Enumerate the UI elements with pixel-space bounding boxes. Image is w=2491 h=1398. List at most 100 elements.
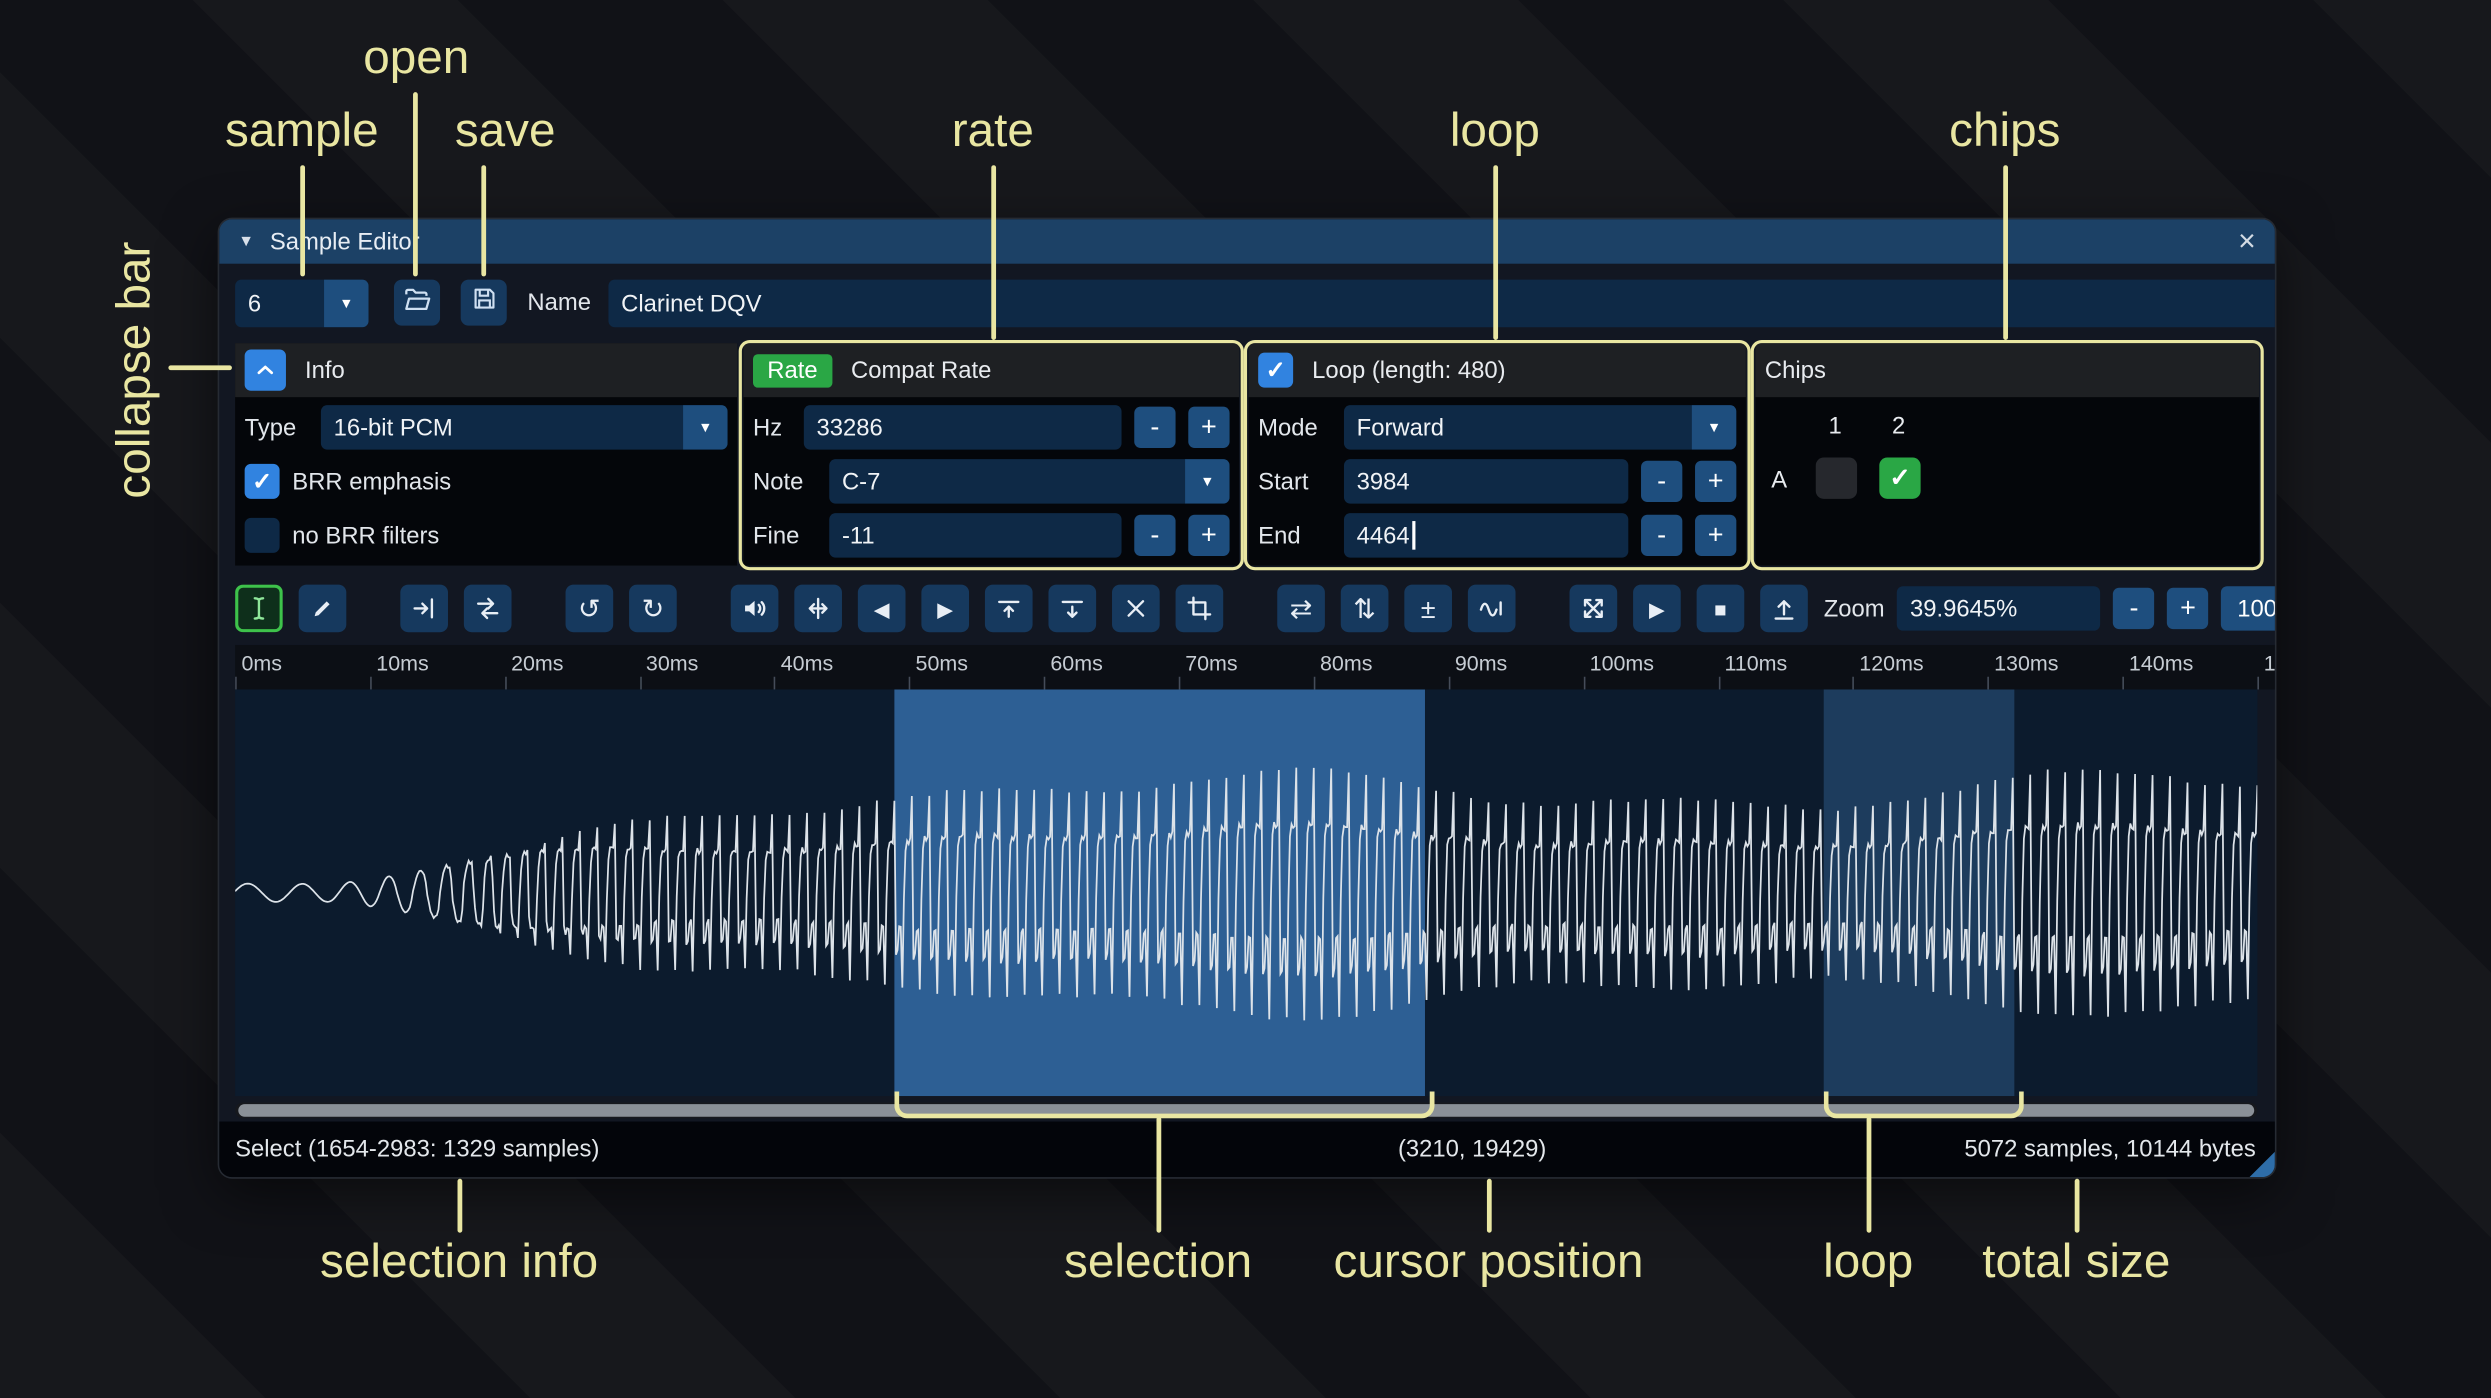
ruler-label: 60ms xyxy=(1050,651,1103,676)
loop-end-increment-button[interactable]: + xyxy=(1695,514,1737,557)
rate-section: Rate Compat Rate Hz 33286 - + Note C-7 ▼… xyxy=(743,343,1240,566)
chip-column-2: 2 xyxy=(1892,413,1906,441)
ruler-tick xyxy=(2257,676,2259,690)
trim-button[interactable] xyxy=(1175,584,1224,633)
reverse-button[interactable]: ⇄ xyxy=(1277,584,1325,633)
insert-silence-button[interactable] xyxy=(984,584,1033,633)
undo-button[interactable]: ↺ xyxy=(565,584,614,633)
dropdown-arrow-icon[interactable]: ▼ xyxy=(1691,405,1737,450)
ruler-label: 140ms xyxy=(2128,651,2194,676)
loop-start-input[interactable]: 3984 xyxy=(1343,459,1629,504)
annotation-selection: selection xyxy=(1064,1235,1253,1289)
redo-icon: ↻ xyxy=(641,593,665,624)
ruler-label: 130ms xyxy=(1994,651,2059,676)
zoom-input[interactable]: 39.9645% xyxy=(1897,586,2101,631)
upload-button[interactable] xyxy=(1760,584,1808,633)
fade-in-button[interactable]: ◀ xyxy=(857,584,906,633)
ruler-label: 0ms xyxy=(241,651,283,676)
rate-tag[interactable]: Rate xyxy=(752,353,832,387)
ruler-tick xyxy=(1852,676,1855,690)
redo-button[interactable]: ↻ xyxy=(629,584,677,633)
reverse-icon: ⇄ xyxy=(1289,593,1313,624)
preview-button[interactable]: ▶ xyxy=(1633,584,1681,633)
dropdown-arrow-icon[interactable]: ▼ xyxy=(324,279,369,328)
info-section: Info Type 16-bit PCM ▼ ✓ BRR emphasis no… xyxy=(235,343,738,566)
ruler-tick xyxy=(774,676,776,690)
ruler-tick xyxy=(1044,676,1046,690)
time-ruler[interactable]: 0ms 10ms 20ms 30ms 40ms 50ms 60ms 70ms 80ms 90ms 1… xyxy=(235,644,2275,690)
annotation-sample: sample xyxy=(225,104,379,158)
zoom-in-button[interactable]: + xyxy=(2167,587,2209,630)
loop-start-decrement-button[interactable]: - xyxy=(1641,460,1683,502)
save-button[interactable] xyxy=(460,279,507,326)
plus-minus-icon: ± xyxy=(1420,593,1436,624)
ruler-tick xyxy=(235,676,237,690)
silence-insert-icon xyxy=(994,594,1023,623)
zoom-out-button[interactable]: - xyxy=(2113,587,2155,630)
window-resize-grip[interactable] xyxy=(2249,1151,2275,1178)
type-selector[interactable]: 16-bit PCM ▼ xyxy=(320,405,728,450)
fine-increment-button[interactable]: + xyxy=(1188,514,1230,557)
hz-input[interactable]: 33286 xyxy=(803,405,1122,450)
dropdown-arrow-icon[interactable]: ▼ xyxy=(1185,459,1230,504)
no-brr-filters-label: no BRR filters xyxy=(292,521,440,549)
status-bar: Select (1654-2983: 1329 samples) (3210, … xyxy=(219,1121,2275,1178)
type-label: Type xyxy=(244,413,297,441)
window-titlebar[interactable]: ▼ Sample Editor × xyxy=(219,219,2275,264)
annotation-total-size: total size xyxy=(1982,1235,2171,1289)
chip-a1-checkbox[interactable] xyxy=(1815,457,1858,499)
loop-start-increment-button[interactable]: + xyxy=(1695,460,1737,502)
normalize-button[interactable] xyxy=(794,584,842,633)
annotation-loop-top: loop xyxy=(1449,104,1540,158)
fine-decrement-button[interactable]: - xyxy=(1134,514,1176,557)
apply-silence-button[interactable] xyxy=(1048,584,1097,633)
ruler-tick xyxy=(1313,676,1316,690)
crossed-arrows-icon xyxy=(1579,594,1608,623)
ruler-tick xyxy=(1987,676,1990,690)
hz-decrement-button[interactable]: - xyxy=(1134,406,1176,448)
loop-end-input[interactable]: 4464 xyxy=(1343,513,1629,558)
mode-label: Mode xyxy=(1258,413,1318,441)
open-button[interactable] xyxy=(393,279,441,326)
amplify-button[interactable] xyxy=(730,584,779,633)
name-input[interactable]: Clarinet DQV xyxy=(608,279,2275,328)
invert-button[interactable]: ⇅ xyxy=(1340,584,1389,633)
resample-button[interactable] xyxy=(463,584,512,633)
dropdown-arrow-icon[interactable]: ▼ xyxy=(683,405,728,450)
horizontal-scrollbar[interactable] xyxy=(235,1102,2258,1119)
note-selector[interactable]: C-7 ▼ xyxy=(829,459,1230,504)
triangle-left-icon: ◀ xyxy=(873,596,890,621)
ruler-tick xyxy=(1448,676,1451,690)
no-brr-filters-checkbox[interactable] xyxy=(244,517,280,553)
loop-end-decrement-button[interactable]: - xyxy=(1641,514,1683,557)
window-collapse-icon[interactable]: ▼ xyxy=(238,233,254,250)
resize-button[interactable] xyxy=(400,584,448,633)
fade-out-button[interactable]: ▶ xyxy=(921,584,970,633)
brr-emphasis-checkbox[interactable]: ✓ xyxy=(244,463,280,499)
fine-input[interactable]: -11 xyxy=(829,513,1122,558)
sign-invert-button[interactable]: ± xyxy=(1404,584,1452,633)
select-tool-button[interactable] xyxy=(235,584,283,633)
scrollbar-thumb[interactable] xyxy=(238,1104,2255,1117)
waveform-view[interactable] xyxy=(235,689,2258,1097)
sample-toolbar: ↺ ↻ ◀ ▶ ⇄ ⇅ ± ▶ ■ Zoom 39.9645% - + 100% xyxy=(235,581,2275,635)
loop-checkbox[interactable]: ✓ xyxy=(1258,352,1294,388)
collapse-button[interactable] xyxy=(244,349,286,391)
chips-header: Chips xyxy=(1764,356,1826,384)
loop-end-label: End xyxy=(1258,521,1301,549)
loop-mode-selector[interactable]: Forward ▼ xyxy=(1343,405,1737,450)
undo-icon: ↺ xyxy=(578,593,601,624)
filter-button[interactable] xyxy=(1467,584,1516,633)
sample-selector[interactable]: 6 ▼ xyxy=(235,279,369,328)
draw-tool-button[interactable] xyxy=(298,584,347,633)
reset-zoom-button[interactable]: 100% xyxy=(2221,586,2275,631)
annotation-line xyxy=(1866,1116,1872,1233)
close-icon[interactable]: × xyxy=(2238,226,2256,256)
stop-button[interactable]: ■ xyxy=(1696,584,1745,633)
delete-button[interactable] xyxy=(1112,584,1160,633)
chip-a2-checkbox[interactable]: ✓ xyxy=(1879,457,1921,499)
annotation-line xyxy=(2074,1178,2080,1233)
crossfade-button[interactable] xyxy=(1569,584,1618,633)
hz-increment-button[interactable]: + xyxy=(1188,406,1230,448)
ruler-tick xyxy=(639,676,642,690)
